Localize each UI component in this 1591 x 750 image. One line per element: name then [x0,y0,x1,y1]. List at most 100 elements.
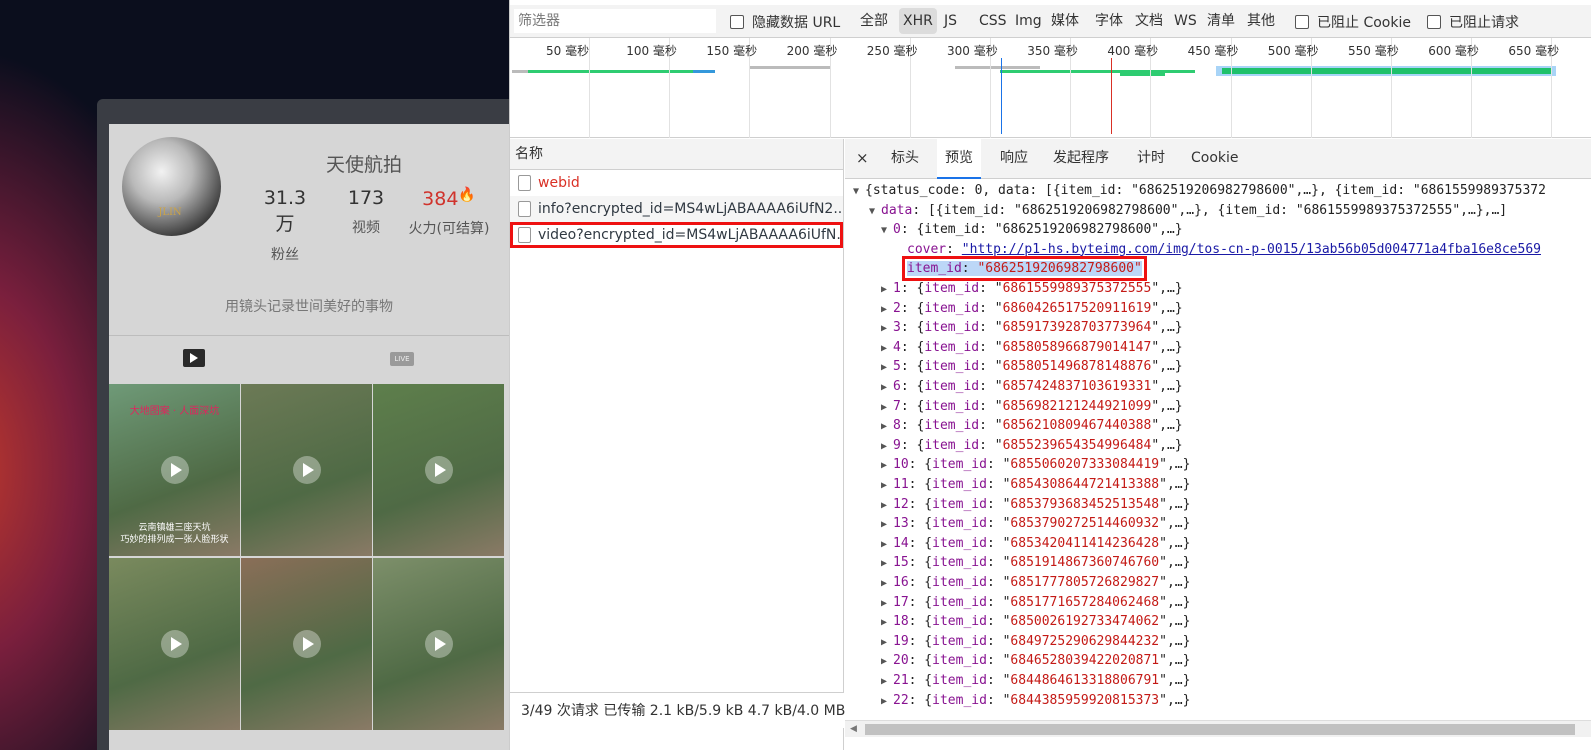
detail-tab[interactable]: Cookie [1191,139,1239,179]
timeline-bar [750,66,830,69]
collapsed-arrow-icon: ▶ [881,382,888,393]
json-item-line[interactable]: ▶ 5: {item_id: "6858051496878148876",…} [881,357,1183,377]
video-thumbnail[interactable]: 大地图案 · 人面深坑 云南镇雄三座天坑 巧妙的排列成一张人脸形状 [109,384,240,556]
json-item-line[interactable]: ▶ 15: {item_id: "6851914867360746760",…} [881,553,1190,573]
request-name: webid [538,175,580,191]
json-data-line[interactable]: ▼ data: [{item_id: "6862519206982798600",… [869,201,1507,221]
json-item-line[interactable]: ▶ 14: {item_id: "6853420411414236428",…} [881,534,1190,554]
request-row[interactable]: info?encrypted_id=MS4wLjABAAAA6iUfN2... [510,196,843,222]
json-item-id: 6844385959920815373 [1010,692,1160,708]
filter-input[interactable] [514,9,716,33]
hide-data-url-checkbox[interactable]: 隐藏数据 URL [730,12,840,32]
json-item-line[interactable]: ▶ 10: {item_id: "6855060207333084419",…} [881,455,1190,475]
request-row[interactable]: video?encrypted_id=MS4wLjABAAAA6iUfN... [510,222,843,248]
json-index: 8 [893,418,901,434]
collapsed-arrow-icon: ▶ [881,480,888,491]
video-thumbnail[interactable] [241,558,372,730]
cover-url-link[interactable]: "http://p1-hs.byteimg.com/img/tos-cn-p-0… [962,242,1541,257]
avatar[interactable]: JLIN [122,137,221,236]
json-item-line[interactable]: ▶ 12: {item_id: "6853793683452513548",…} [881,495,1190,515]
video-thumbnail[interactable] [373,558,504,730]
json-item-line[interactable]: ▶ 19: {item_id: "6849725290629844232",…} [881,632,1190,652]
type-filter-option[interactable]: Img [1011,8,1046,34]
json-item-line[interactable]: ▶ 2: {item_id: "6860426517520911619",…} [881,299,1183,319]
stat-fans[interactable]: 31.3万 粉丝 [255,187,315,264]
json-index: 18 [893,614,909,630]
json-item-id: 6853793683452513548 [1010,496,1160,512]
expanded-arrow-icon: ▼ [869,205,876,217]
detail-tab[interactable]: 计时 [1137,139,1165,179]
type-filter-all[interactable]: 全部 [856,8,892,34]
json-item-line[interactable]: ▶ 11: {item_id: "6854308644721413388",…} [881,475,1190,495]
type-filter-option[interactable]: 清单 [1203,8,1239,34]
json-cover-line[interactable]: cover: "http://p1-hs.byteimg.com/img/tos… [907,240,1541,260]
stat-videos[interactable]: 173 视频 [341,187,391,237]
json-string-value: "6862519206982798600" [977,261,1142,277]
video-thumbnail[interactable] [241,384,372,556]
json-item-line[interactable]: ▶ 18: {item_id: "6850026192733474062",…} [881,612,1190,632]
collapsed-arrow-icon: ▶ [881,558,888,570]
json-key: item_id [924,437,980,453]
type-filter-option[interactable]: 媒体 [1047,8,1083,34]
json-item-line[interactable]: ▶ 13: {item_id: "6853790272514460932",…} [881,514,1190,534]
fire-count-wrap: 384🔥 [403,187,495,210]
blocked-cookie-checkbox[interactable]: 已阻止 Cookie [1295,12,1411,32]
timeline-tick-label: 250 毫秒 [866,44,918,58]
json-item-line[interactable]: ▶ 22: {item_id: "6844385959920815373",…} [881,691,1190,711]
type-filter-option[interactable]: CSS [975,8,1011,34]
stat-fire[interactable]: 384🔥 火力(可结算) [403,187,495,238]
horizontal-scrollbar[interactable]: ◀ [845,720,1591,737]
play-icon [161,456,189,484]
type-filter-option[interactable]: 其他 [1243,8,1279,34]
detail-tab[interactable]: 响应 [1000,139,1028,179]
json-key: item_id [932,535,987,551]
json-item-line[interactable]: ▶ 8: {item_id: "6856210809467440388",…} [881,416,1183,436]
detail-tab[interactable]: 标头 [891,139,919,179]
json-item-id-line[interactable]: item_id: "6862519206982798600" [902,256,1147,282]
timeline-tick-label: 50 毫秒 [546,44,590,58]
json-item-line[interactable]: ▶ 6: {item_id: "6857424837103619331",…} [881,377,1183,397]
json-item-line[interactable]: ▶ 21: {item_id: "6844864613318806791",…} [881,671,1190,691]
json-item-line[interactable]: ▶ 4: {item_id: "6858058966879014147",…} [881,338,1183,358]
json-item-line[interactable]: ▶ 3: {item_id: "6859173928703773964",…} [881,318,1183,338]
blocked-requests-checkbox[interactable]: 已阻止请求 [1427,12,1519,32]
close-icon[interactable]: × [856,139,869,179]
json-key: item_id [932,633,987,649]
detail-tab[interactable]: 发起程序 [1053,139,1109,179]
video-tab-icon[interactable] [183,349,205,367]
type-filter-option[interactable]: WS [1170,8,1201,34]
json-item-line[interactable]: ▶ 16: {item_id: "6851777805726829827",…} [881,573,1190,593]
json-item-line[interactable]: ▶ 1: {item_id: "6861559989375372555",…} [881,279,1183,299]
json-item-line[interactable]: ▶ 7: {item_id: "6856982121244921099",…} [881,397,1183,417]
json-index: 5 [893,359,901,375]
json-item-line[interactable]: ▶ 9: {item_id: "6855239654354996484",…} [881,436,1183,456]
name-column-header[interactable]: 名称 [510,139,843,170]
json-key: item_id [924,281,980,296]
scrollbar-thumb[interactable] [865,724,1575,735]
type-filter-option[interactable]: JS [940,8,961,34]
json-key: item_id [932,575,987,590]
network-timeline-overview[interactable]: 50 毫秒 100 毫秒 150 毫秒 200 毫秒 250 毫秒 300 毫秒 350 毫… [510,38,1591,138]
video-thumbnail[interactable] [373,384,504,556]
type-filter-option[interactable]: XHR [899,8,937,34]
json-item-line[interactable]: ▶ 17: {item_id: "6851771657284062468",…} [881,593,1190,613]
live-tab-icon[interactable]: LIVE [390,352,414,366]
scroll-left-icon[interactable]: ◀ [850,724,857,734]
request-name: info?encrypted_id=MS4wLjABAAAA6iUfN2... [538,201,843,217]
collapsed-arrow-icon: ▶ [881,401,888,413]
json-key: data [881,202,913,218]
json-key: item_id [932,496,987,512]
json-key: item_id [924,300,980,316]
json-key: item_id [907,261,962,277]
json-item-line[interactable]: ▶ 20: {item_id: "6846528039422020871",…} [881,651,1190,671]
type-filter-option[interactable]: 文档 [1131,8,1167,34]
detail-tab[interactable]: 预览 [937,139,981,179]
blocked-cookie-label: 已阻止 Cookie [1317,15,1411,31]
request-row[interactable]: webid [510,170,843,196]
json-item-0-line[interactable]: ▼ 0: {item_id: "6862519206982798600",…} [881,220,1183,240]
blocked-requests-label: 已阻止请求 [1449,15,1519,31]
type-filter-option[interactable]: 字体 [1091,8,1127,34]
json-index: 10 [893,457,909,473]
json-root-line[interactable]: ▼ {status_code: 0, data: [{item_id: "6862… [853,181,1546,201]
video-thumbnail[interactable] [109,558,240,730]
